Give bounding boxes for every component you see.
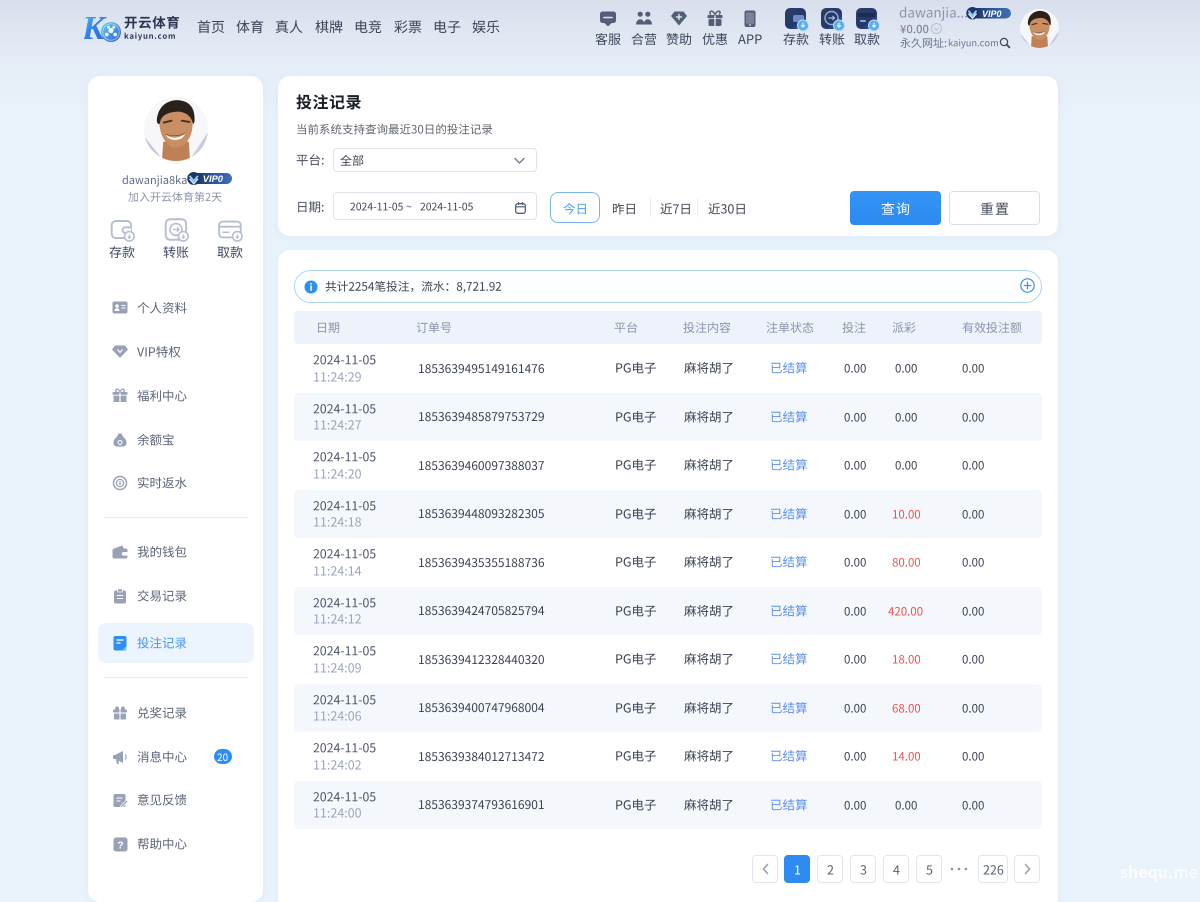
svg-text:VIP0: VIP0 — [203, 174, 224, 184]
svg-text:VIP0: VIP0 — [982, 9, 1002, 19]
svg-text:?: ? — [117, 840, 123, 852]
